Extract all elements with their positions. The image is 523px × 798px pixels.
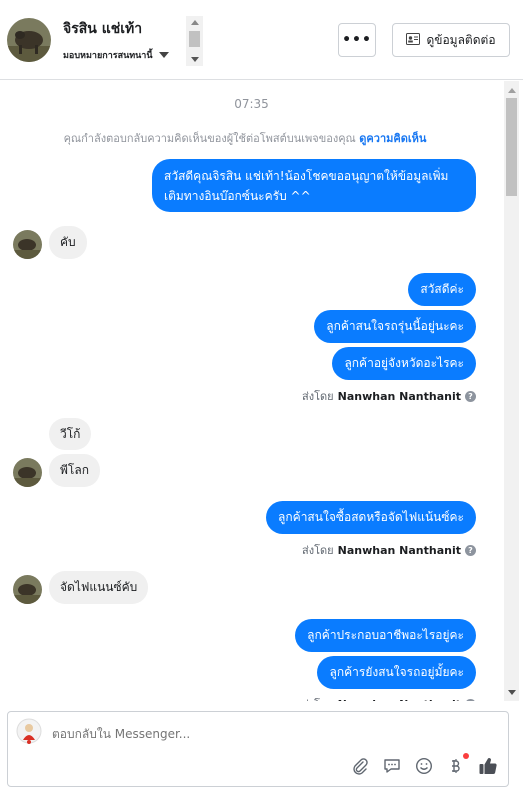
scroll-down-arrow-icon[interactable] [191,57,199,62]
scroll-down-arrow-icon[interactable] [508,690,516,695]
notice-text: คุณกำลังตอบกลับความคิดเห็นของผู้ใช้ต่อโพ… [63,132,356,145]
reply-input[interactable] [52,727,352,741]
incoming-message: คับ [49,226,87,259]
contact-name: จิรสิน แช่เท้า [63,21,143,37]
assign-label: มอบหมายการสนทนานี้ [63,51,153,61]
caret-down-icon [158,52,169,58]
incoming-message: พีโลก [49,454,100,487]
sent-by-name: Nanwhan Nanthanit [338,698,461,702]
saved-replies-icon[interactable] [382,756,402,776]
outgoing-message: ลูกค้าสนใจรถรุ่นนี้อยู่นะคะ [314,310,476,343]
conversation-header: จิรสิน แช่เท้า มอบหมายการสนทนานี้ ••• ดู… [0,0,523,80]
notification-dot [463,753,469,759]
emoji-icon[interactable] [414,756,434,776]
contact-card-icon [406,32,421,48]
scroll-up-arrow-icon[interactable] [191,20,199,25]
sent-by-label: ส่งโดย Nanwhan Nanthanit ? [302,695,476,701]
outgoing-message: ลูกค้าประกอบอาชีพอะไรอยู่คะ [295,619,476,652]
incoming-message: จัดไฟแนนซ์คับ [49,571,149,604]
contact-avatar[interactable] [7,18,51,62]
message-thread[interactable]: 07:35 คุณกำลังตอบกลับความคิดเห็นของผู้ใช… [0,81,503,701]
scroll-thumb[interactable] [506,98,517,196]
outgoing-message: สวัสดีคุณจิรสิน แช่เท้า!น้องโชคขออนุญาตใ… [152,159,476,212]
sent-by-label: ส่งโดย Nanwhan Nanthanit ? [302,387,476,405]
help-icon[interactable]: ? [465,390,476,402]
scroll-thumb[interactable] [189,31,200,47]
view-contact-info-button[interactable]: ดูข้อมูลติดต่อ [392,23,510,57]
sender-avatar[interactable] [13,575,42,604]
page-avatar [16,718,42,746]
like-thumb-icon[interactable] [478,756,498,776]
contact-button-label: ดูข้อมูลติดต่อ [426,32,496,47]
sent-by-prefix: ส่งโดย [302,695,334,701]
outgoing-message: ลูกค้าสนใจซื้อสดหรือจัดไฟแน้นซ์คะ [266,501,476,534]
more-icon: ••• [342,32,372,48]
outgoing-message: ลูกค้ารยังสนใจรถอยู่มั้ยคะ [317,656,476,689]
scroll-up-arrow-icon[interactable] [508,88,516,93]
message-composer [7,711,509,787]
incoming-message: วีโก้ [49,418,92,450]
outgoing-message: สวัสดีค่ะ [408,273,476,306]
sent-by-name: Nanwhan Nanthanit [337,389,461,403]
sender-avatar[interactable] [13,230,42,259]
message-scrollbar[interactable] [504,81,519,701]
sender-avatar[interactable] [13,458,42,487]
view-comment-link[interactable]: ดูความคิดเห็น [359,132,426,145]
message-timestamp: 07:35 [234,97,269,111]
header-scrollbar[interactable] [186,16,203,66]
sent-by-prefix: ส่งโดย [302,390,334,403]
attachment-icon[interactable] [350,756,370,776]
composer-toolbar [350,753,498,776]
help-icon[interactable]: ? [465,698,476,701]
reply-context-notice: คุณกำลังตอบกลับความคิดเห็นของผู้ใช้ต่อโพ… [0,129,490,147]
more-options-button[interactable]: ••• [338,23,376,57]
sent-by-name: Nanwhan Nanthanit [337,543,461,557]
sent-by-label: ส่งโดย Nanwhan Nanthanit ? [302,541,476,559]
assign-conversation-dropdown[interactable]: มอบหมายการสนทนานี้ [63,48,169,62]
payment-icon[interactable] [446,753,469,776]
help-icon[interactable]: ? [465,544,476,556]
outgoing-message: ลูกค้าอยู่จังหวัดอะไรคะ [332,347,476,380]
sent-by-prefix: ส่งโดย [302,544,334,557]
